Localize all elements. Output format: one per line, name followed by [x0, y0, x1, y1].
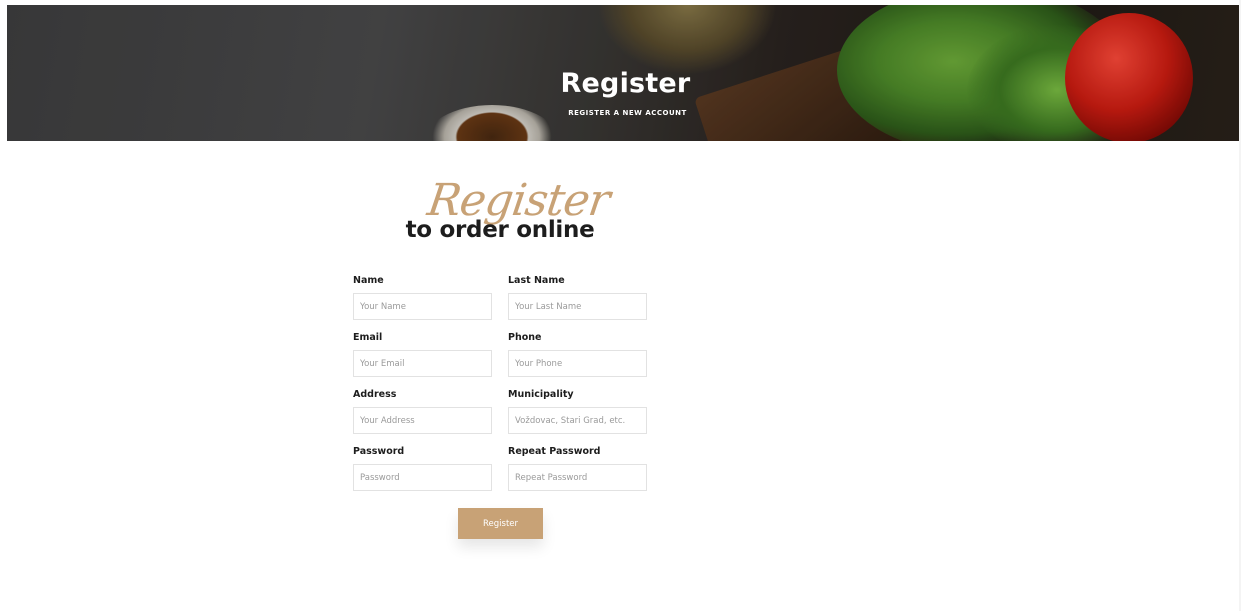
- email-field[interactable]: [353, 350, 492, 377]
- phone-field[interactable]: [508, 350, 647, 377]
- municipality-field[interactable]: [508, 407, 647, 434]
- password-field[interactable]: [353, 464, 492, 491]
- hero-subtitle: REGISTER A NEW ACCOUNT: [568, 109, 687, 117]
- last-name-field[interactable]: [508, 293, 647, 320]
- hero-banner: Register REGISTER A NEW ACCOUNT: [7, 5, 1240, 141]
- municipality-label: Municipality: [508, 389, 574, 400]
- last-name-label: Last Name: [508, 275, 565, 286]
- page-title: to order online: [405, 217, 595, 243]
- password-label: Password: [353, 446, 405, 457]
- phone-label: Phone: [508, 332, 542, 343]
- name-label: Name: [353, 275, 384, 286]
- hero-title: Register: [560, 68, 691, 99]
- address-label: Address: [353, 389, 397, 400]
- repeat-password-field[interactable]: [508, 464, 647, 491]
- name-field[interactable]: [353, 293, 492, 320]
- address-field[interactable]: [353, 407, 492, 434]
- repeat-password-label: Repeat Password: [508, 446, 601, 457]
- register-button[interactable]: Register: [458, 508, 543, 539]
- email-label: Email: [353, 332, 383, 343]
